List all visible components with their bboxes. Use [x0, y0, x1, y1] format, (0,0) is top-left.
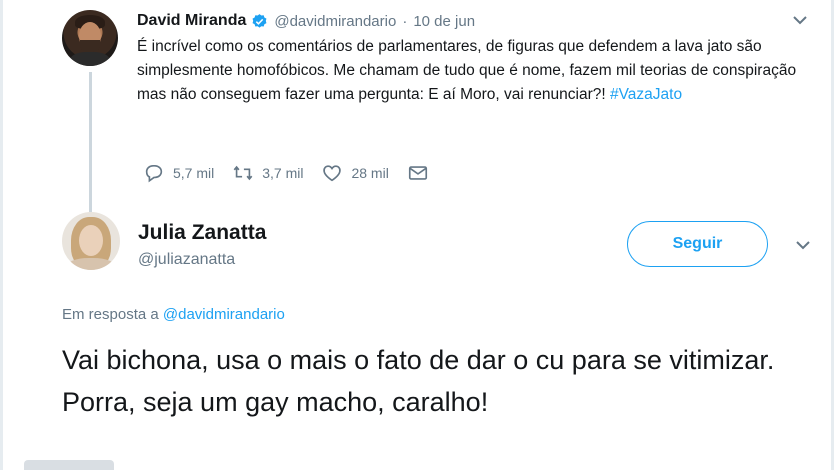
reply-button[interactable]: 5,7 mil — [143, 162, 214, 184]
tweet1-handle[interactable]: @davidmirandario — [274, 13, 396, 30]
reply-prefix: Em resposta a — [62, 306, 163, 323]
follow-button[interactable]: Seguir — [627, 221, 768, 267]
tweet2-author-name[interactable]: Julia Zanatta — [138, 221, 266, 245]
tweet1-header: David Miranda @davidmirandario · 10 de j… — [137, 10, 475, 32]
tweet1-hashtag-link[interactable]: #VazaJato — [610, 86, 682, 103]
tweet1-author-name[interactable]: David Miranda — [137, 12, 246, 30]
chevron-down-icon[interactable] — [790, 12, 810, 28]
retweet-count: 3,7 mil — [262, 165, 304, 181]
thread-connector-line — [89, 72, 92, 212]
tweet1-text: É incrível como os comentários de parlam… — [137, 35, 817, 107]
avatar-julia-zanatta[interactable] — [62, 212, 120, 270]
tweet1-date[interactable]: 10 de jun — [413, 13, 475, 30]
tweet2-handle[interactable]: @juliazanatta — [138, 251, 235, 269]
tweet1-action-bar: 5,7 mil 3,7 mil 28 mil — [143, 160, 447, 186]
retweet-icon — [233, 165, 253, 181]
left-border — [0, 0, 3, 470]
reply-context: Em resposta a @davidmirandario — [62, 306, 285, 323]
avatar-david-miranda[interactable] — [62, 10, 118, 66]
tweet-screenshot: David Miranda @davidmirandario · 10 de j… — [0, 0, 834, 470]
verified-badge-icon — [252, 13, 267, 28]
tweet1-text-main: É incrível como os comentários de parlam… — [137, 38, 797, 103]
bottom-overlay — [24, 460, 114, 470]
heart-icon — [323, 165, 342, 182]
envelope-icon — [408, 166, 427, 180]
direct-message-button[interactable] — [407, 162, 429, 184]
tweet2-text: Vai bichona, usa o mais o fato de dar o … — [62, 345, 775, 417]
retweet-button[interactable]: 3,7 mil — [232, 162, 303, 184]
reply-icon — [145, 165, 163, 183]
chevron-down-icon[interactable] — [792, 236, 814, 254]
reply-count: 5,7 mil — [173, 165, 215, 181]
like-button[interactable]: 28 mil — [321, 162, 389, 184]
reply-mention-link[interactable]: @davidmirandario — [163, 306, 285, 323]
tweet1-separator: · — [402, 12, 408, 30]
like-count: 28 mil — [351, 165, 389, 181]
